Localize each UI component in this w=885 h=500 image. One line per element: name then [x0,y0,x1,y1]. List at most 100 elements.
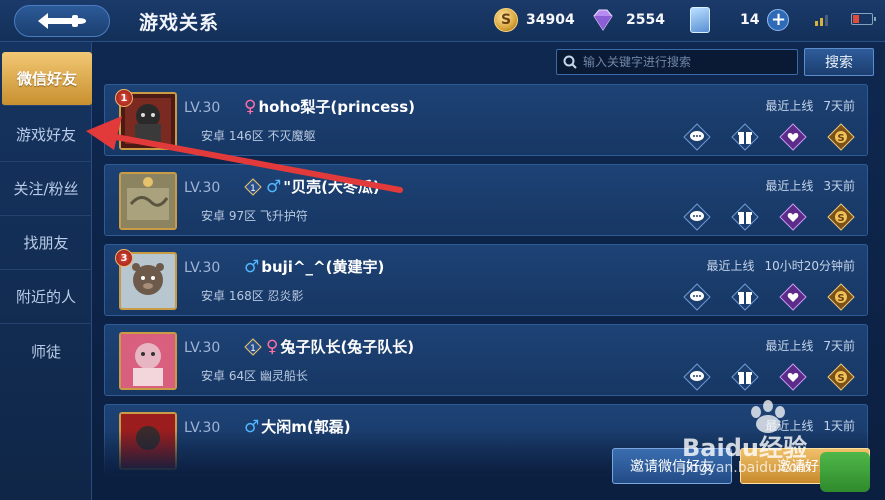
friend-name: "贝壳(大冬瓜) [283,178,380,196]
search-button[interactable]: 搜索 [804,48,874,76]
server-info: 安卓 64区 幽灵船长 [201,369,308,383]
row-actions: S [663,123,855,151]
ticket-card-icon [690,7,710,33]
gift-icon [731,123,759,151]
chat-bubble-icon [683,283,711,311]
level-label: LV.30 [184,100,221,116]
chat-bubble-icon [683,363,711,391]
card-counter: 14 + [690,7,790,33]
sidebar: 微信好友 游戏好友 关注/粉丝 找朋友 附近的人 师徒 [0,42,92,500]
level-label: LV.30 [184,260,221,276]
gift-icon [731,283,759,311]
search-icon [563,55,577,69]
svg-text:S: S [837,373,844,384]
watermark-text: Baidu经验 [682,434,807,462]
row-actions: S [663,283,855,311]
gold-counter: S 34904 [494,8,575,32]
svg-text:1: 1 [250,344,256,354]
chat-bubble-icon [683,123,711,151]
battery-icon [851,13,876,25]
send-gold-button[interactable]: S [827,283,855,311]
svg-text:S: S [837,293,844,304]
heart-card-icon [779,203,807,231]
name-line: 1 ♀ 兔子队长(兔子队长) [244,336,414,357]
svg-text:S: S [837,213,844,224]
avatar-image [121,334,175,388]
female-icon: ♀ [244,96,257,117]
friend-row[interactable]: LV.30 1 ♀ 兔子队长(兔子队长) 安卓 64区 幽灵船长 最近上线 7天前… [104,324,868,396]
rank-shield-icon: 1 [244,177,262,196]
last-online: 最近上线 3天前 [765,179,855,193]
chat-button[interactable] [683,203,711,231]
gift-button[interactable] [731,203,759,231]
gold-value: 34904 [526,12,575,28]
gift-button[interactable] [731,123,759,151]
gem-value: 2554 [626,12,665,28]
gold-coin-icon: S [827,123,855,151]
last-online: 最近上线 7天前 [765,99,855,113]
send-gold-button[interactable]: S [827,203,855,231]
gold-coin-icon: S [827,363,855,391]
chat-button[interactable] [683,123,711,151]
avatar[interactable] [119,172,177,230]
gold-coin-icon: S [827,283,855,311]
sidebar-item-follow-fans[interactable]: 关注/粉丝 [0,162,92,216]
gift-button[interactable] [731,283,759,311]
gold-coin-icon: S [827,203,855,231]
sidebar-item-game-friends[interactable]: 游戏好友 [0,108,92,162]
chat-bubble-icon [683,203,711,231]
top-bar: 游戏关系 S 34904 2554 14 + [0,0,885,42]
friend-row[interactable]: LV.30 1 ♂ "贝壳(大冬瓜) 安卓 97区 飞升护符 最近上线 3天前 S [104,164,868,236]
server-info: 安卓 146区 不灭魔躯 [201,129,316,143]
svg-text:S: S [837,133,844,144]
row-actions: S [663,363,855,391]
svg-text:1: 1 [250,184,256,194]
search-field[interactable] [556,49,798,75]
watermark-url: jingyan.baidu.com [682,460,812,476]
sidebar-item-wechat-friends[interactable]: 微信好友 [2,52,92,106]
male-icon: ♂ [244,256,260,277]
gift-button[interactable] [731,363,759,391]
back-button[interactable] [14,5,110,37]
heart-card-icon [779,363,807,391]
intimacy-button[interactable] [779,203,807,231]
back-arrow-icon [38,13,86,29]
heart-card-icon [779,283,807,311]
card-value: 14 [740,12,760,28]
intimacy-button[interactable] [779,283,807,311]
signal-icon [815,15,828,26]
gold-coin-icon: S [494,8,518,32]
intimacy-button[interactable] [779,123,807,151]
last-online: 最近上线 10小时20分钟前 [706,259,855,273]
level-label: LV.30 [184,340,221,356]
male-icon: ♂ [266,176,282,197]
chat-button[interactable] [683,363,711,391]
send-gold-button[interactable]: S [827,363,855,391]
diamond-icon [593,9,613,31]
page-title: 游戏关系 [139,12,220,34]
chat-button[interactable] [683,283,711,311]
badge-icon [820,452,870,492]
sidebar-item-nearby[interactable]: 附近的人 [0,270,92,324]
sidebar-item-find-friends[interactable]: 找朋友 [0,216,92,270]
friend-name: 兔子队长(兔子队长) [280,338,415,356]
server-info: 安卓 168区 忍炎影 [201,289,304,303]
friend-row[interactable]: 3 LV.30 ♂ buji^_^(黄建宇) 安卓 168区 忍炎影 最近上线 1… [104,244,868,316]
name-line: 1 ♂ "贝壳(大冬瓜) [244,176,380,197]
gift-icon [731,363,759,391]
friend-name: hoho梨子(princess) [258,98,416,116]
intimacy-button[interactable] [779,363,807,391]
name-line: ♀ hoho梨子(princess) [244,96,415,117]
sidebar-item-mentor[interactable]: 师徒 [0,324,92,378]
last-online: 最近上线 7天前 [765,339,855,353]
gift-icon [731,203,759,231]
add-card-button[interactable]: + [767,9,790,31]
row-actions: S [663,203,855,231]
friend-row[interactable]: 1 LV.30 ♀ hoho梨子(princess) 安卓 146区 不灭魔躯 … [104,84,868,156]
search-input[interactable] [583,55,793,69]
rank-badge: 1 [115,89,133,107]
heart-card-icon [779,123,807,151]
avatar[interactable] [119,332,177,390]
send-gold-button[interactable]: S [827,123,855,151]
name-line: ♂ buji^_^(黄建宇) [244,256,384,277]
